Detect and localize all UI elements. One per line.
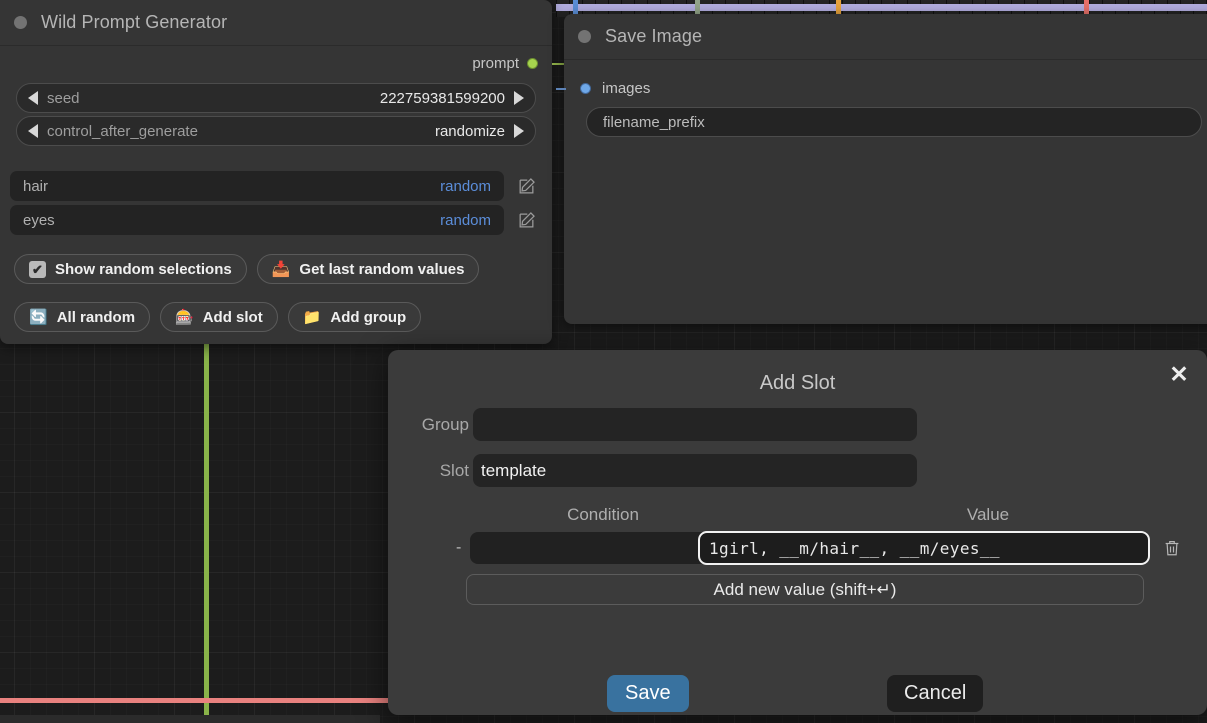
button-label: Add slot bbox=[202, 308, 263, 326]
slot-pill[interactable]: eyes random bbox=[10, 205, 504, 235]
slot-field-row: Slot bbox=[388, 454, 1207, 487]
output-link-stub bbox=[552, 63, 564, 65]
all-random-button[interactable]: 🔄 All random bbox=[14, 302, 151, 332]
save-button[interactable]: Save bbox=[607, 674, 689, 712]
button-label: Show random selections bbox=[55, 260, 232, 278]
condition-input[interactable] bbox=[470, 532, 710, 564]
increment-arrow-icon[interactable] bbox=[514, 91, 524, 105]
node-header[interactable]: Wild Prompt Generator bbox=[0, 0, 552, 46]
add-slot-button[interactable]: 🎰 Add slot bbox=[160, 302, 278, 332]
bottom-strip bbox=[0, 715, 380, 723]
node-title: Save Image bbox=[605, 26, 703, 46]
group-field-row: Group bbox=[388, 408, 1207, 441]
widget-filename-prefix[interactable]: filename_prefix bbox=[586, 107, 1202, 137]
decrement-arrow-icon[interactable] bbox=[28, 91, 38, 105]
show-random-selections-button[interactable]: ✔ Show random selections bbox=[14, 254, 247, 284]
group-field-label: Group bbox=[421, 414, 469, 434]
value-column-header: Value bbox=[966, 505, 1010, 524]
condition-value-headers: Condition Value bbox=[388, 505, 1207, 525]
dialog-title: Add Slot bbox=[759, 372, 836, 394]
widget-value[interactable]: 222759381599200 bbox=[380, 90, 505, 107]
node-button-row-2: 🔄 All random 🎰 Add slot 📁 Add group bbox=[0, 296, 552, 332]
node-body: prompt seed 222759381599200 control_afte… bbox=[0, 46, 564, 332]
app-root: Wild Prompt Generator prompt seed 222759… bbox=[0, 0, 1207, 723]
add-group-button[interactable]: 📁 Add group bbox=[287, 302, 422, 332]
slot-row-hair[interactable]: hair random bbox=[10, 171, 536, 201]
pencil-icon[interactable] bbox=[516, 210, 536, 230]
slot-row-eyes[interactable]: eyes random bbox=[10, 205, 536, 235]
node-title: Wild Prompt Generator bbox=[41, 12, 228, 32]
ruler-band bbox=[556, 4, 1207, 11]
folder-icon: 📁 bbox=[302, 308, 322, 326]
condition-value-row: - bbox=[388, 531, 1207, 565]
input-slot-label: images bbox=[602, 79, 651, 97]
node-body: images filename_prefix bbox=[556, 72, 1207, 137]
get-last-random-values-button[interactable]: 📥 Get last random values bbox=[256, 254, 480, 284]
node-collapse-icon[interactable] bbox=[578, 30, 591, 43]
button-label: Add group bbox=[330, 308, 407, 326]
node-wild-prompt-generator[interactable]: Wild Prompt Generator prompt seed 222759… bbox=[0, 0, 564, 344]
widget-control-after-generate[interactable]: control_after_generate randomize bbox=[16, 116, 536, 146]
pencil-icon[interactable] bbox=[516, 176, 536, 196]
value-input[interactable] bbox=[698, 531, 1150, 565]
input-link-stub bbox=[556, 88, 566, 90]
add-new-value-label: Add new value (shift+↵) bbox=[713, 579, 897, 599]
widget-seed[interactable]: seed 222759381599200 bbox=[16, 83, 536, 113]
cancel-button[interactable]: Cancel bbox=[887, 674, 984, 712]
node-header[interactable]: Save Image bbox=[564, 14, 1207, 60]
inbox-tray-icon: 📥 bbox=[271, 260, 291, 278]
slot-value[interactable]: random bbox=[440, 212, 491, 229]
slot-input[interactable] bbox=[473, 454, 917, 487]
slot-key: eyes bbox=[23, 211, 55, 229]
button-label: Get last random values bbox=[299, 260, 465, 278]
output-slot-prompt[interactable]: prompt bbox=[0, 46, 564, 80]
widget-value: filename_prefix bbox=[603, 113, 705, 131]
row-bullet: - bbox=[456, 539, 462, 556]
checkbox-checked-icon[interactable]: ✔ bbox=[29, 260, 46, 278]
trash-icon[interactable] bbox=[1162, 537, 1182, 559]
slot-key: hair bbox=[23, 177, 49, 195]
decrement-arrow-icon[interactable] bbox=[28, 124, 38, 138]
slot-machine-icon: 🎰 bbox=[175, 308, 194, 326]
add-new-value-button[interactable]: Add new value (shift+↵) bbox=[466, 574, 1144, 605]
button-label: All random bbox=[56, 308, 136, 326]
slot-field-label: Slot bbox=[439, 460, 469, 480]
increment-arrow-icon[interactable] bbox=[514, 124, 524, 138]
node-save-image[interactable]: Save Image images filename_prefix bbox=[556, 14, 1207, 324]
node-button-row-1: ✔ Show random selections 📥 Get last rand… bbox=[0, 248, 552, 284]
close-icon[interactable]: ✕ bbox=[1165, 360, 1193, 388]
widget-label: control_after_generate bbox=[47, 122, 198, 140]
widget-label: seed bbox=[47, 89, 80, 107]
output-slot-label: prompt bbox=[472, 54, 519, 72]
slot-pill[interactable]: hair random bbox=[10, 171, 504, 201]
output-connector-dot[interactable] bbox=[527, 57, 538, 69]
condition-column-header: Condition bbox=[567, 505, 639, 524]
widget-value[interactable]: randomize bbox=[435, 123, 505, 140]
input-connector-dot[interactable] bbox=[580, 82, 591, 94]
add-slot-dialog: Add Slot ✕ Group Slot Condition Value - bbox=[388, 350, 1207, 715]
recycle-icon: 🔄 bbox=[29, 308, 48, 326]
slot-value[interactable]: random bbox=[440, 178, 491, 195]
input-slot-images[interactable]: images bbox=[556, 72, 1207, 104]
node-collapse-icon[interactable] bbox=[14, 16, 27, 29]
group-input[interactable] bbox=[473, 408, 917, 441]
